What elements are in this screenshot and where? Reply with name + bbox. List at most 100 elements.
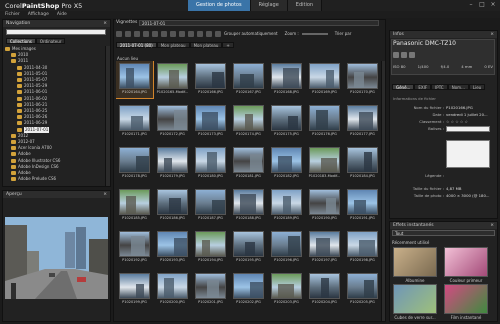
thumbnail[interactable]: P1020201.JPG <box>192 271 229 308</box>
thumbnail[interactable]: P1020165-Modif... <box>154 61 191 98</box>
minimize-button[interactable]: – <box>467 1 475 8</box>
grid-view-icon[interactable] <box>125 30 131 37</box>
thumbnail[interactable]: P1020185.JPG <box>116 187 153 224</box>
tree-item[interactable]: 2011-07-01 <box>17 126 50 133</box>
thumbnail[interactable]: P1020192.JPG <box>116 229 153 266</box>
tree-item[interactable]: 2011-05-29 <box>17 83 47 89</box>
tab-names[interactable]: Nom... <box>447 84 469 90</box>
thumbnail[interactable]: P1020171.JPG <box>116 103 153 140</box>
list-view-icon[interactable] <box>134 30 140 37</box>
panel-close-icon[interactable]: × <box>490 31 497 38</box>
thumbnail[interactable]: P1020199.JPG <box>116 271 153 308</box>
tab-exif[interactable]: EXIF <box>414 84 432 90</box>
caption-input[interactable] <box>446 140 490 168</box>
tree-item[interactable]: Adobe <box>11 170 31 176</box>
tree-item[interactable]: 2011-06-25 <box>17 108 47 114</box>
map-icon[interactable] <box>143 30 149 37</box>
star-icon[interactable] <box>152 30 158 37</box>
tab-manage[interactable]: Gestion de photos <box>188 0 251 11</box>
thumbnail[interactable]: P1020193.JPG <box>154 229 191 266</box>
thumbnail[interactable]: P1020198.JPG <box>344 229 381 266</box>
tab-folder[interactable]: 2011-07-01 (80) <box>116 42 157 48</box>
thumbnail[interactable]: P1020205.JPG <box>344 271 381 308</box>
print-icon[interactable] <box>197 30 203 37</box>
thumbnail[interactable]: P1020164.JPG <box>116 61 154 99</box>
tree-item[interactable]: 2012-07 <box>11 139 35 145</box>
thumbnail[interactable]: P1020166.JPG <box>192 61 229 98</box>
tab-tray-1[interactable]: Mon plateau <box>156 42 190 48</box>
navigation-search-input[interactable] <box>6 29 106 35</box>
thumbnail[interactable]: P1020174.JPG <box>230 103 267 140</box>
thumbnail[interactable]: P1020168.JPG <box>268 61 305 98</box>
tree-item[interactable]: Acer Iconia A700 <box>11 145 52 151</box>
tab-location[interactable]: Lieu <box>468 84 486 90</box>
thumbnail[interactable]: P1020169.JPG <box>306 61 343 98</box>
effect-preset[interactable] <box>444 247 488 277</box>
thumbnail[interactable]: P1020188.JPG <box>230 187 267 224</box>
effect-preset[interactable] <box>393 284 437 314</box>
thumbnail[interactable]: P1020191.JPG <box>344 187 381 224</box>
thumbnail[interactable]: P1020184.JPG <box>344 145 381 182</box>
panel-close-icon[interactable]: × <box>103 20 110 27</box>
tab-computer[interactable]: Ordinateur <box>35 38 66 44</box>
menu-view[interactable]: Affichage <box>28 11 49 18</box>
thumbnail[interactable]: P1020204.JPG <box>306 271 343 308</box>
filter-icon[interactable] <box>170 30 176 37</box>
tree-item[interactable]: 2012 <box>11 133 28 139</box>
thumbnail[interactable]: P1020176.JPG <box>306 103 343 140</box>
thumbnail[interactable]: P1020181.JPG <box>230 145 267 182</box>
thumbnail[interactable]: P1020203.JPG <box>268 271 305 308</box>
menu-file[interactable]: Fichier <box>5 11 20 18</box>
tree-item[interactable]: 2011-06-01 <box>17 89 47 95</box>
thumbnail[interactable]: P1020202.JPG <box>230 271 267 308</box>
navigation-scrollbar[interactable] <box>105 46 110 186</box>
effect-preset[interactable] <box>393 247 437 277</box>
panel-close-icon[interactable]: × <box>490 222 497 229</box>
thumbnail[interactable]: P1020172.JPG <box>154 103 191 140</box>
maximize-button[interactable]: □ <box>478 1 486 8</box>
thumbnail[interactable]: P1020196.JPG <box>268 229 305 266</box>
path-field[interactable]: 2011-07-01 <box>139 20 379 26</box>
thumbnail[interactable]: P1020190.JPG <box>306 187 343 224</box>
tab-adjust[interactable]: Réglage <box>250 0 288 11</box>
thumbnail[interactable]: P1020189.JPG <box>268 187 305 224</box>
thumbnail[interactable]: P1020194.JPG <box>192 229 229 266</box>
tree-item[interactable]: 2011-06-26 <box>17 114 47 120</box>
thumbnail[interactable]: P1020195.JPG <box>230 229 267 266</box>
thumbnail[interactable]: P1020167.JPG <box>230 61 267 98</box>
tab-tray-2[interactable]: Mon plateau <box>189 42 223 48</box>
tab-edit[interactable]: Edition <box>287 0 323 11</box>
tab-collections[interactable]: Collections <box>6 38 36 44</box>
tree-item[interactable]: 2011-04-30 <box>17 65 47 71</box>
tree-item[interactable]: 2011-06-21 <box>17 102 47 108</box>
tree-item[interactable]: 2011 <box>11 58 28 64</box>
tab-iptc[interactable]: IPTC <box>431 84 448 90</box>
compare-icon[interactable] <box>215 30 221 37</box>
thumbnail[interactable]: P1020183-Modif... <box>306 145 343 182</box>
thumbnail[interactable]: P1020182.JPG <box>268 145 305 182</box>
zoom-slider[interactable] <box>301 32 328 35</box>
stack-icon[interactable] <box>179 30 185 37</box>
thumbnail[interactable]: P1020197.JPG <box>306 229 343 266</box>
thumbnail[interactable]: P1020170.JPG <box>344 61 381 98</box>
thumbnail[interactable]: P1020180.JPG <box>192 145 229 182</box>
thumbnail[interactable]: P1020178.JPG <box>116 145 153 182</box>
tree-item[interactable]: 2011-06-02 <box>17 96 47 102</box>
rating-stars[interactable]: ☆ ☆ ☆ ☆ ☆ <box>446 119 468 124</box>
thumbnail[interactable]: P1020177.JPG <box>344 103 381 140</box>
tags-input[interactable] <box>446 126 490 132</box>
thumbnail[interactable]: P1020187.JPG <box>192 187 229 224</box>
tree-item[interactable]: Adobe <box>11 151 31 157</box>
thumbnail[interactable]: P1020175.JPG <box>268 103 305 140</box>
tree-item[interactable]: 2011-05-01 <box>17 71 47 77</box>
tag-icon[interactable] <box>161 30 167 37</box>
tree-item[interactable]: Mes images <box>5 46 36 52</box>
tree-item[interactable]: Adobe Illustrator CS6 <box>11 158 60 164</box>
tree-item[interactable]: 2010 <box>11 52 28 58</box>
tree-item[interactable]: Adobe InDesign CS6 <box>11 164 59 170</box>
menu-help[interactable]: Aide <box>57 11 67 18</box>
share-icon[interactable] <box>188 30 194 37</box>
tree-item[interactable]: 2011-05-07 <box>17 77 47 83</box>
panel-close-icon[interactable]: × <box>103 191 110 198</box>
tree-item[interactable]: 2011-06-29 <box>17 120 47 126</box>
